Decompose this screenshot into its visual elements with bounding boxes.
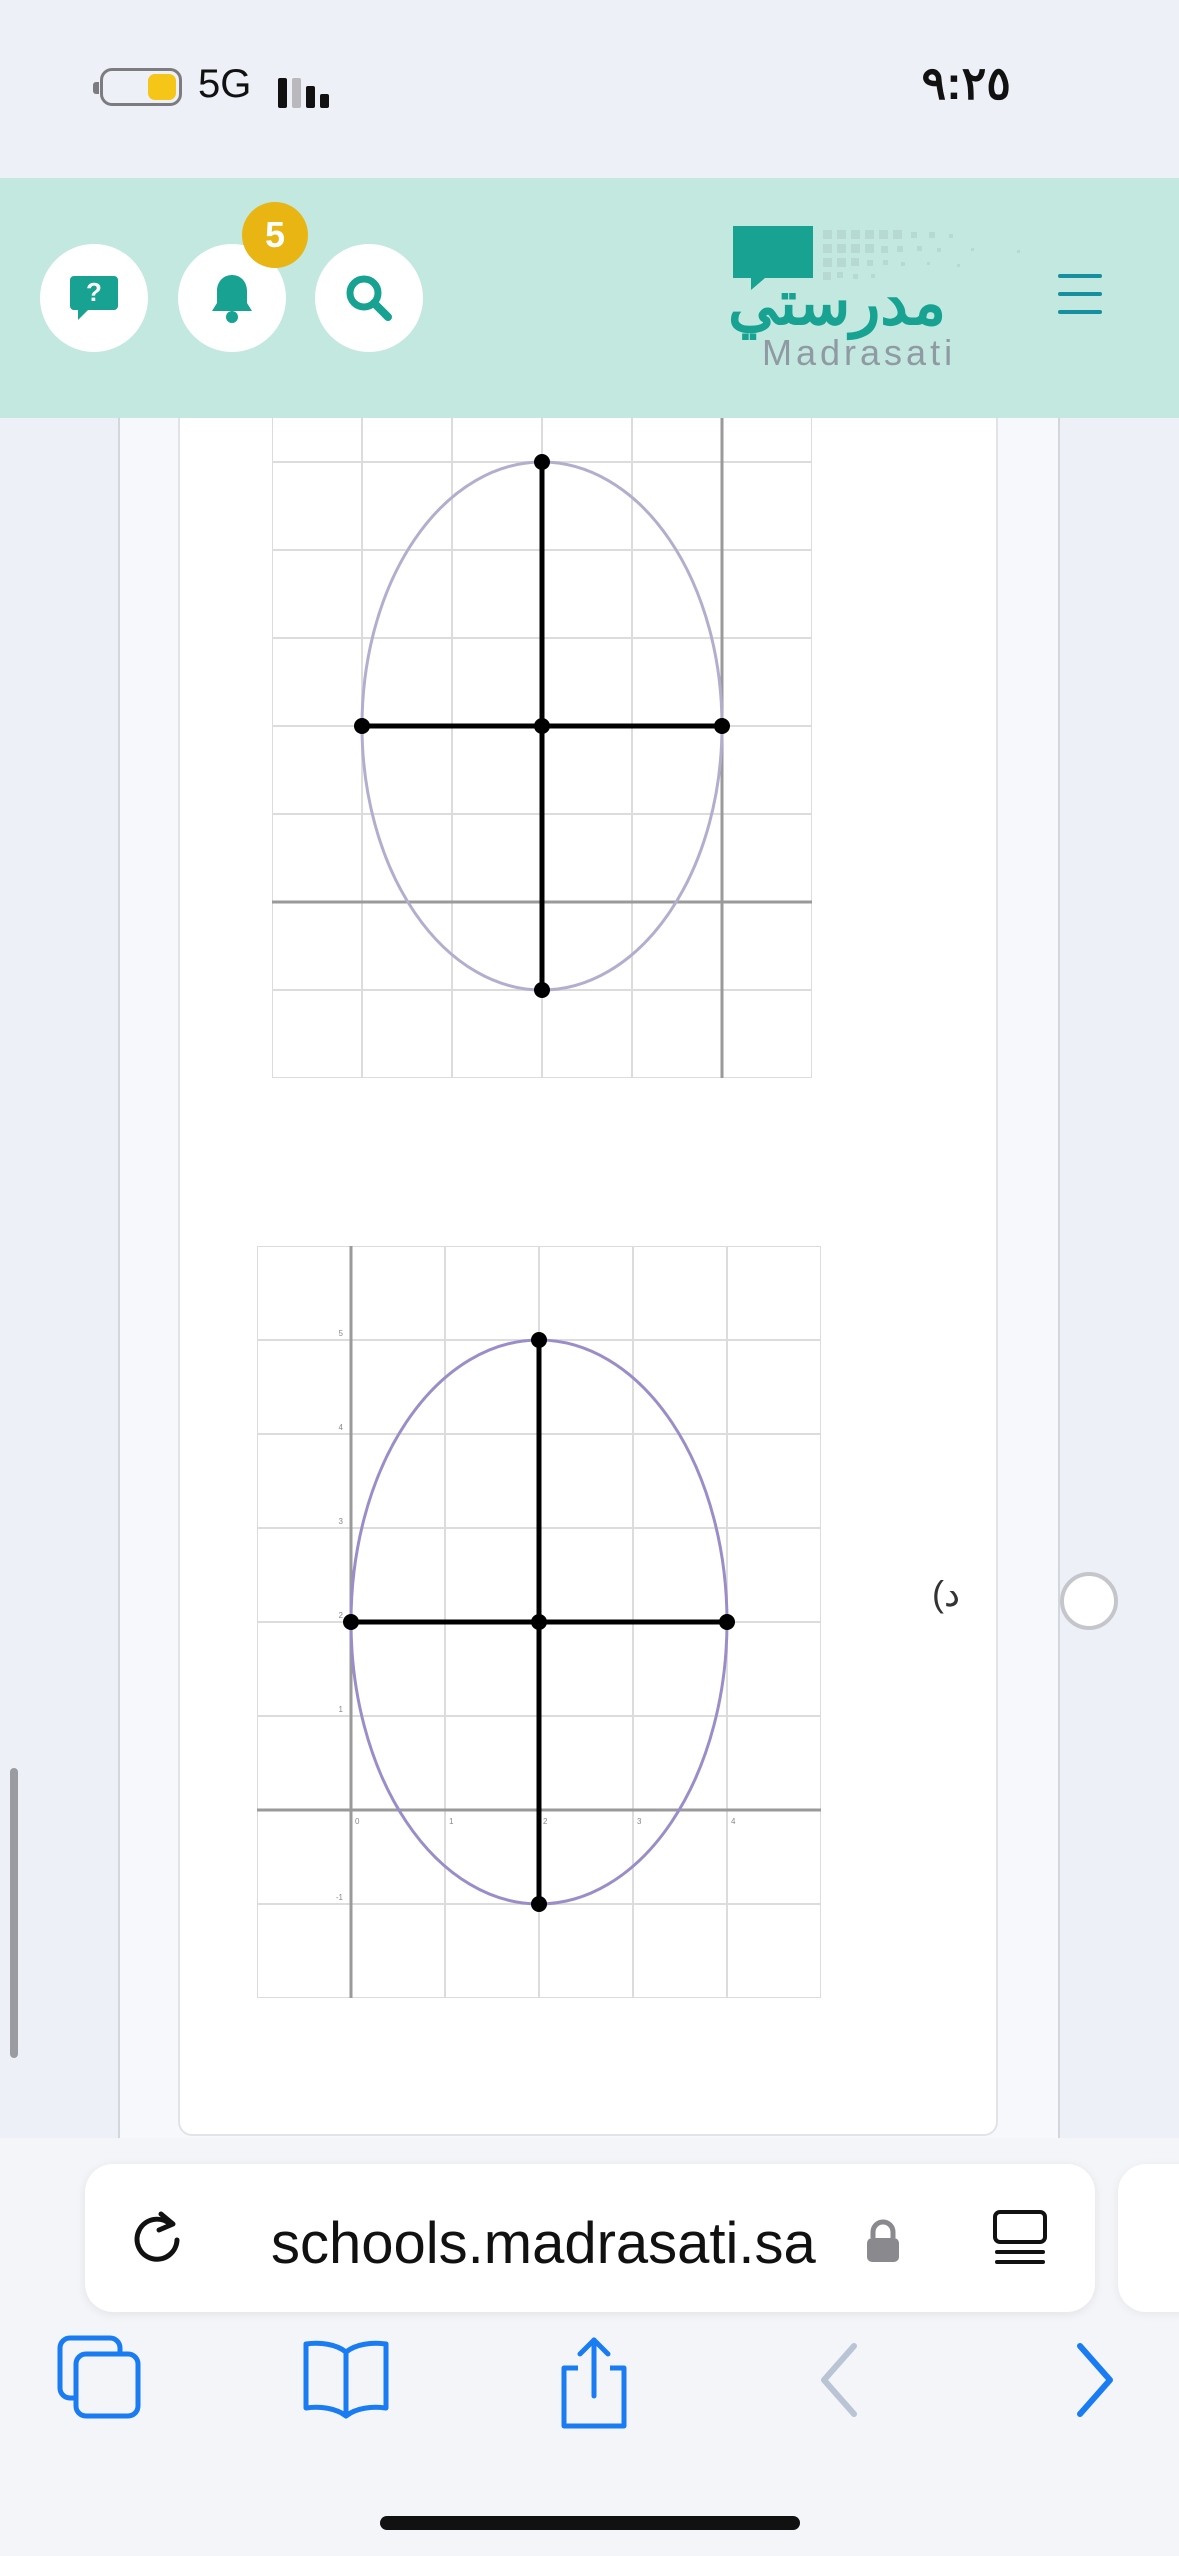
url-text[interactable]: schools.madrasati.sa bbox=[271, 2210, 816, 2277]
status-bar: 5G ٩:٢٥ bbox=[0, 0, 1179, 178]
scroll-indicator[interactable] bbox=[10, 1768, 18, 2058]
forward-icon[interactable] bbox=[1054, 2334, 1134, 2426]
x-tick-label: 2 bbox=[543, 1817, 548, 1826]
option-d-radio[interactable] bbox=[1060, 1572, 1118, 1630]
option-c-graph[interactable] bbox=[272, 418, 812, 1078]
data-point bbox=[534, 454, 550, 470]
y-tick-label: 4 bbox=[339, 1423, 344, 1432]
data-point bbox=[534, 982, 550, 998]
network-type: 5G bbox=[198, 62, 252, 106]
reload-icon[interactable] bbox=[123, 2204, 193, 2274]
bookmarks-icon[interactable] bbox=[300, 2334, 392, 2426]
question-chat-icon: ? bbox=[70, 276, 118, 320]
y-tick-label: -1 bbox=[336, 1893, 344, 1902]
next-tab-preview[interactable] bbox=[1118, 2164, 1179, 2312]
notification-badge: 5 bbox=[242, 202, 308, 268]
option-d-graph[interactable]: 0 1 2 3 4 -1 1 2 3 4 5 bbox=[257, 1246, 821, 1998]
search-button[interactable] bbox=[315, 244, 423, 352]
browser-bar: schools.madrasati.sa bbox=[0, 2138, 1179, 2556]
svg-text:?: ? bbox=[86, 277, 102, 307]
tabs-icon[interactable] bbox=[56, 2334, 148, 2426]
battery-icon bbox=[93, 68, 182, 106]
y-tick-label: 1 bbox=[339, 1705, 344, 1714]
y-tick-label: 3 bbox=[339, 1517, 344, 1526]
logo-english: Madrasati bbox=[762, 332, 957, 373]
x-tick-label: 1 bbox=[449, 1817, 454, 1826]
x-tick-label: 4 bbox=[731, 1817, 736, 1826]
logo-arabic: مدرستي bbox=[728, 269, 947, 338]
option-d-label: د) bbox=[932, 1573, 961, 1614]
data-point bbox=[531, 1614, 547, 1630]
bell-icon bbox=[212, 275, 252, 323]
y-tick-label: 2 bbox=[339, 1611, 344, 1620]
signal-icon bbox=[278, 70, 338, 108]
x-tick-label: 0 bbox=[355, 1817, 360, 1826]
back-icon[interactable] bbox=[800, 2334, 880, 2426]
clock: ٩:٢٥ bbox=[921, 57, 1011, 109]
content-area: د) 0 1 2 3 4 -1 1 2 3 4 5 bbox=[0, 418, 1179, 2509]
share-icon[interactable] bbox=[548, 2334, 640, 2434]
question-card: د) 0 1 2 3 4 -1 1 2 3 4 5 bbox=[178, 418, 1118, 2136]
site-header: ? 5 مدرستي Madrasati bbox=[0, 178, 1179, 418]
x-tick-label: 3 bbox=[637, 1817, 642, 1826]
help-button[interactable]: ? bbox=[40, 244, 148, 352]
data-point bbox=[531, 1896, 547, 1912]
search-icon bbox=[346, 275, 392, 321]
lock-icon bbox=[867, 2219, 899, 2262]
home-indicator bbox=[380, 2516, 800, 2530]
data-point bbox=[354, 718, 370, 734]
address-bar[interactable]: schools.madrasati.sa bbox=[85, 2164, 1095, 2312]
data-point bbox=[531, 1332, 547, 1348]
data-point bbox=[719, 1614, 735, 1630]
data-point bbox=[534, 718, 550, 734]
hamburger-menu-icon[interactable] bbox=[1058, 274, 1110, 316]
reader-mode-icon[interactable] bbox=[985, 2204, 1055, 2274]
data-point bbox=[714, 718, 730, 734]
y-tick-label: 5 bbox=[339, 1329, 344, 1338]
data-point bbox=[343, 1614, 359, 1630]
